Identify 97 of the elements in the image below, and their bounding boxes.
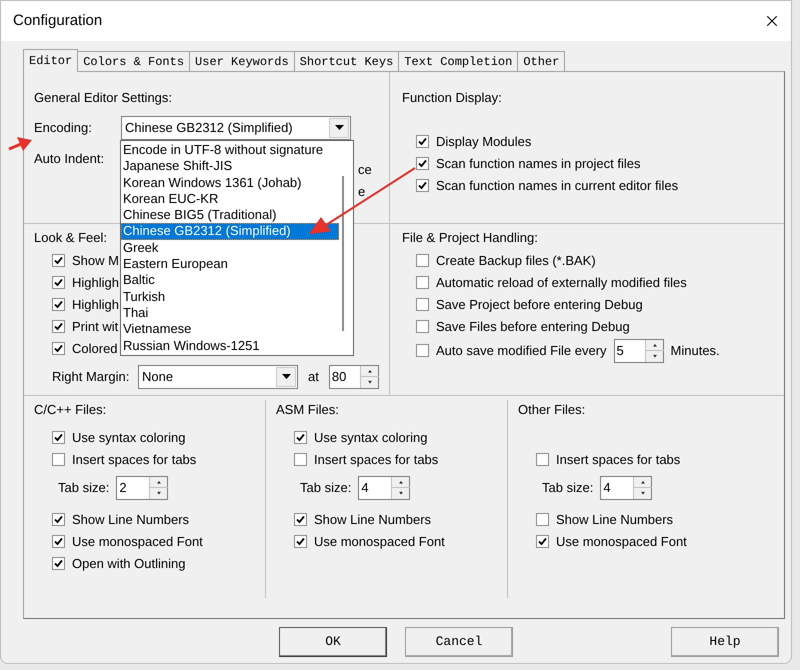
checkbox[interactable]: [52, 431, 65, 444]
checkbox[interactable]: [416, 135, 429, 148]
checkbox[interactable]: [52, 254, 65, 267]
checkbox[interactable]: [416, 179, 429, 192]
checkbox[interactable]: [52, 276, 65, 289]
scrollbar-thumb[interactable]: [342, 176, 344, 331]
option-label: Show M: [72, 252, 119, 270]
checkbox[interactable]: [416, 157, 429, 170]
checkbox[interactable]: [52, 535, 65, 548]
checkbox[interactable]: [416, 298, 429, 311]
checkbox[interactable]: [416, 344, 429, 357]
option-label: Save Project before entering Debug: [436, 296, 643, 314]
list-item[interactable]: Encode in UTF-8 without signature: [121, 142, 339, 158]
checkbox[interactable]: [52, 513, 65, 526]
checkbox[interactable]: [416, 254, 429, 267]
spin-field[interactable]: 4: [600, 476, 652, 500]
option-label: Print wit: [72, 318, 118, 336]
option-label: Show Line Numbers: [314, 510, 432, 529]
option-label: Display Modules: [436, 132, 532, 151]
checkbox[interactable]: [52, 557, 65, 570]
option-label: ce: [358, 160, 372, 178]
spin-field[interactable]: 4: [358, 476, 410, 500]
list-item[interactable]: Japanese Shift-JIS: [121, 158, 339, 175]
field-label: Auto Indent:: [34, 150, 104, 166]
dialog-button[interactable]: Help: [671, 627, 779, 657]
checkbox[interactable]: [52, 342, 65, 355]
option-label: e: [358, 182, 366, 200]
field-label: Tab size:: [542, 478, 594, 497]
option-label: Use syntax coloring: [72, 428, 186, 447]
spin-field[interactable]: 2: [116, 476, 168, 500]
field-label: Right Margin:: [52, 368, 130, 386]
checkbox[interactable]: [294, 513, 307, 526]
list-item[interactable]: Turkish: [121, 288, 339, 305]
option-label: Open with Outlining: [72, 554, 186, 573]
option-label: Use monospaced Font: [72, 532, 203, 551]
option-label: Highligh: [72, 296, 119, 314]
unit-label: Minutes.: [670, 342, 720, 360]
option-label: Use syntax coloring: [314, 428, 428, 447]
list-item[interactable]: Greek: [121, 240, 339, 256]
section-title: File & Project Handling:: [402, 229, 539, 247]
spin-field[interactable]: 5: [614, 338, 664, 362]
option-label: Insert spaces for tabs: [314, 450, 438, 469]
checkbox[interactable]: [52, 320, 65, 333]
caret-icon: [282, 374, 290, 379]
list-item[interactable]: Eastern European: [121, 256, 339, 272]
checkbox[interactable]: [416, 276, 429, 289]
checkbox[interactable]: [294, 431, 307, 444]
caret-icon: [334, 125, 344, 130]
option-label: Show Line Numbers: [556, 510, 674, 529]
section-title: Function Display:: [402, 89, 503, 107]
option-label: Use monospaced Font: [314, 532, 445, 551]
dialog-button[interactable]: Cancel: [405, 627, 513, 657]
dropdown-field[interactable]: Chinese GB2312 (Simplified): [121, 116, 351, 140]
checkbox[interactable]: [52, 453, 65, 466]
option-label: Insert spaces for tabs: [72, 450, 196, 469]
option-label: Create Backup files (*.BAK): [436, 252, 596, 270]
option-label: Save Files before entering Debug: [436, 318, 630, 336]
tab[interactable]: Editor: [23, 49, 78, 72]
dialog-button[interactable]: OK: [279, 627, 387, 657]
option-label: Show Line Numbers: [72, 510, 190, 529]
list-item[interactable]: Korean Windows 1361 (Johab): [121, 174, 339, 191]
field-label: Encoding:: [34, 120, 92, 135]
list-item[interactable]: Russian Windows-1251: [121, 338, 339, 354]
section-title: C/C++ Files:: [34, 401, 108, 419]
option-label: Insert spaces for tabs: [556, 450, 680, 469]
list-item[interactable]: Chinese BIG5 (Traditional): [121, 207, 339, 224]
field-label: Tab size:: [58, 478, 110, 497]
checkbox[interactable]: [416, 320, 429, 333]
checkbox[interactable]: [536, 535, 549, 548]
section-title: ASM Files:: [276, 401, 340, 419]
field-label: at: [308, 368, 319, 386]
section-title: Other Files:: [518, 401, 586, 419]
list-item[interactable]: Thai: [121, 304, 339, 322]
option-label: Scan function names in current editor files: [436, 176, 678, 195]
dropdown-field[interactable]: None: [138, 364, 298, 388]
checkbox[interactable]: [536, 453, 549, 466]
window-title: Configuration: [13, 10, 102, 31]
option-label: Colored: [72, 340, 118, 358]
field-label: Tab size:: [300, 478, 352, 497]
option-label: Use monospaced Font: [556, 532, 687, 551]
list-item[interactable]: Korean EUC-KR: [121, 190, 339, 208]
annotation-arrow: [8, 137, 32, 151]
option-label: Highligh: [72, 274, 119, 292]
list-item[interactable]: Chinese GB2312 (Simplified): [121, 223, 339, 240]
checkbox[interactable]: [294, 453, 307, 466]
option-label: Auto save modified File every: [436, 342, 607, 360]
checkbox[interactable]: [294, 535, 307, 548]
section-title: Look & Feel:: [34, 230, 107, 245]
tab[interactable]: Other: [517, 51, 566, 71]
list-item[interactable]: Vietnamese: [121, 321, 339, 338]
option-label: Scan function names in project files: [436, 154, 640, 173]
checkbox[interactable]: [52, 298, 65, 311]
section-title: General Editor Settings:: [34, 89, 174, 107]
spin-field[interactable]: 80: [328, 364, 379, 388]
list-item[interactable]: Baltic: [121, 272, 339, 289]
checkbox[interactable]: [536, 513, 549, 526]
option-label: Automatic reload of externally modified files: [436, 274, 687, 292]
